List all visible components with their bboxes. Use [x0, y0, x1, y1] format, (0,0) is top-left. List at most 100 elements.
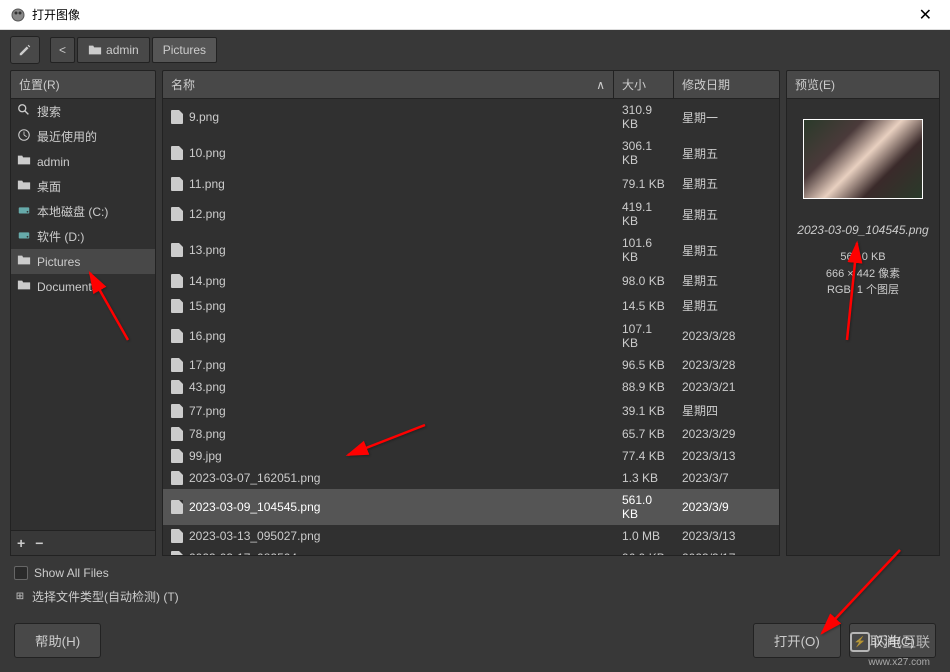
- file-date: 星期一: [674, 109, 779, 126]
- file-row[interactable]: 13.png 101.6 KB 星期五: [163, 232, 779, 268]
- sidebar-item[interactable]: Pictures: [11, 249, 155, 274]
- preview-panel: 预览(E) 2023-03-09_104545.png 561.0 KB 666…: [786, 70, 940, 556]
- checkbox-icon: [14, 566, 28, 580]
- file-name: 2023-03-07_162051.png: [189, 471, 320, 485]
- sidebar-item-label: 最近使用的: [37, 128, 97, 145]
- file-size: 1.0 MB: [614, 529, 674, 543]
- titlebar: 打开图像 ✕: [0, 0, 950, 30]
- file-date: 星期五: [674, 272, 779, 289]
- app-icon: [10, 7, 26, 23]
- column-header-name[interactable]: 名称 ∧: [163, 71, 614, 98]
- file-type-expander[interactable]: ⊞ 选择文件类型(自动检测) (T): [14, 588, 936, 605]
- sidebar-list[interactable]: 搜索最近使用的 admin 桌面本地磁盘 (C:)软件 (D:)Pictures Do…: [10, 99, 156, 531]
- remove-bookmark-button[interactable]: −: [35, 535, 43, 551]
- file-size: 310.9 KB: [614, 103, 674, 131]
- sidebar-item[interactable]: admin: [11, 149, 155, 174]
- file-icon: [171, 529, 183, 543]
- file-row[interactable]: 2023-03-17_082504.png 96.9 KB 2023/3/17: [163, 547, 779, 556]
- file-name: 10.png: [189, 146, 226, 160]
- file-size: 98.0 KB: [614, 274, 674, 288]
- sidebar-item-label: 桌面: [37, 178, 61, 195]
- file-date: 星期五: [674, 206, 779, 223]
- sidebar-item[interactable]: 本地磁盘 (C:): [11, 199, 155, 224]
- file-row[interactable]: 9.png 310.9 KB 星期一: [163, 99, 779, 135]
- file-row[interactable]: 12.png 419.1 KB 星期五: [163, 196, 779, 232]
- breadcrumb-pictures[interactable]: Pictures: [152, 37, 217, 63]
- sidebar-item[interactable]: 最近使用的: [11, 124, 155, 149]
- sidebar-item[interactable]: Documents: [11, 274, 155, 299]
- file-name: 9.png: [189, 110, 219, 124]
- add-bookmark-button[interactable]: +: [17, 535, 25, 551]
- show-all-files-checkbox[interactable]: Show All Files: [14, 566, 936, 580]
- column-header-date[interactable]: 修改日期: [674, 71, 779, 98]
- search-icon: [17, 103, 31, 120]
- breadcrumb-back[interactable]: <: [50, 37, 75, 63]
- file-date: 2023/3/29: [674, 427, 779, 441]
- file-row[interactable]: 10.png 306.1 KB 星期五: [163, 135, 779, 171]
- disk-icon: [17, 228, 31, 245]
- help-button[interactable]: 帮助(H): [14, 623, 101, 658]
- file-icon: [171, 243, 183, 257]
- preview-dimensions: 666 × 442 像素: [826, 266, 900, 283]
- sidebar-item[interactable]: 软件 (D:): [11, 224, 155, 249]
- disk-icon: [17, 203, 31, 220]
- sidebar-item-label: admin: [37, 155, 70, 169]
- file-name: 13.png: [189, 243, 226, 257]
- sidebar-footer: + −: [10, 531, 156, 556]
- file-name: 2023-03-13_095027.png: [189, 529, 320, 543]
- file-size: 65.7 KB: [614, 427, 674, 441]
- button-bar: 帮助(H) 打开(O) 取消(C): [0, 615, 950, 672]
- sidebar-item[interactable]: 搜索: [11, 99, 155, 124]
- window-title: 打开图像: [32, 6, 80, 23]
- file-date: 星期五: [674, 175, 779, 192]
- file-name: 11.png: [189, 177, 225, 191]
- close-button[interactable]: ✕: [911, 5, 940, 25]
- file-date: 2023/3/21: [674, 380, 779, 394]
- file-row[interactable]: 16.png 107.1 KB 2023/3/28: [163, 318, 779, 354]
- watermark: ⚡ 闪电互联: [850, 632, 930, 652]
- watermark-icon: ⚡: [850, 632, 870, 652]
- file-size: 561.0 KB: [614, 493, 674, 521]
- column-label: 大小: [622, 76, 646, 93]
- file-date: 2023/3/28: [674, 329, 779, 343]
- file-size: 419.1 KB: [614, 200, 674, 228]
- watermark-text: 闪电互联: [874, 632, 930, 652]
- file-row[interactable]: 14.png 98.0 KB 星期五: [163, 268, 779, 293]
- file-name: 43.png: [189, 380, 226, 394]
- file-list: 名称 ∧ 大小 修改日期 9.png 310.9 KB 星期一 10.png 3…: [162, 70, 780, 556]
- pencil-icon: [18, 43, 32, 57]
- file-icon: [171, 471, 183, 485]
- file-list-header: 名称 ∧ 大小 修改日期: [162, 70, 780, 99]
- file-list-body[interactable]: 9.png 310.9 KB 星期一 10.png 306.1 KB 星期五 1…: [162, 99, 780, 556]
- file-row[interactable]: 2023-03-09_104545.png 561.0 KB 2023/3/9: [163, 489, 779, 525]
- file-row[interactable]: 77.png 39.1 KB 星期四: [163, 398, 779, 423]
- file-name: 17.png: [189, 358, 226, 372]
- sidebar-header: 位置(R): [10, 70, 156, 99]
- file-row[interactable]: 78.png 65.7 KB 2023/3/29: [163, 423, 779, 445]
- file-row[interactable]: 99.jpg 77.4 KB 2023/3/13: [163, 445, 779, 467]
- file-name: 77.png: [189, 404, 226, 418]
- folder-icon: [17, 253, 31, 270]
- open-button[interactable]: 打开(O): [753, 623, 841, 658]
- file-name: 2023-03-09_104545.png: [189, 500, 320, 514]
- column-header-size[interactable]: 大小: [614, 71, 674, 98]
- file-name: 16.png: [189, 329, 226, 343]
- sidebar-item-label: Documents: [37, 280, 98, 294]
- file-date: 星期五: [674, 145, 779, 162]
- file-row[interactable]: 2023-03-07_162051.png 1.3 KB 2023/3/7: [163, 467, 779, 489]
- file-icon: [171, 207, 183, 221]
- file-row[interactable]: 2023-03-13_095027.png 1.0 MB 2023/3/13: [163, 525, 779, 547]
- file-row[interactable]: 43.png 88.9 KB 2023/3/21: [163, 376, 779, 398]
- edit-path-button[interactable]: [10, 36, 40, 64]
- file-icon: [171, 449, 183, 463]
- file-row[interactable]: 17.png 96.5 KB 2023/3/28: [163, 354, 779, 376]
- preview-body: 2023-03-09_104545.png 561.0 KB 666 × 442…: [786, 99, 940, 556]
- recent-icon: [17, 128, 31, 145]
- file-size: 306.1 KB: [614, 139, 674, 167]
- breadcrumb-admin[interactable]: admin: [77, 37, 150, 63]
- file-row[interactable]: 11.png 79.1 KB 星期五: [163, 171, 779, 196]
- file-size: 1.3 KB: [614, 471, 674, 485]
- file-row[interactable]: 15.png 14.5 KB 星期五: [163, 293, 779, 318]
- checkbox-label: Show All Files: [34, 566, 109, 580]
- sidebar-item[interactable]: 桌面: [11, 174, 155, 199]
